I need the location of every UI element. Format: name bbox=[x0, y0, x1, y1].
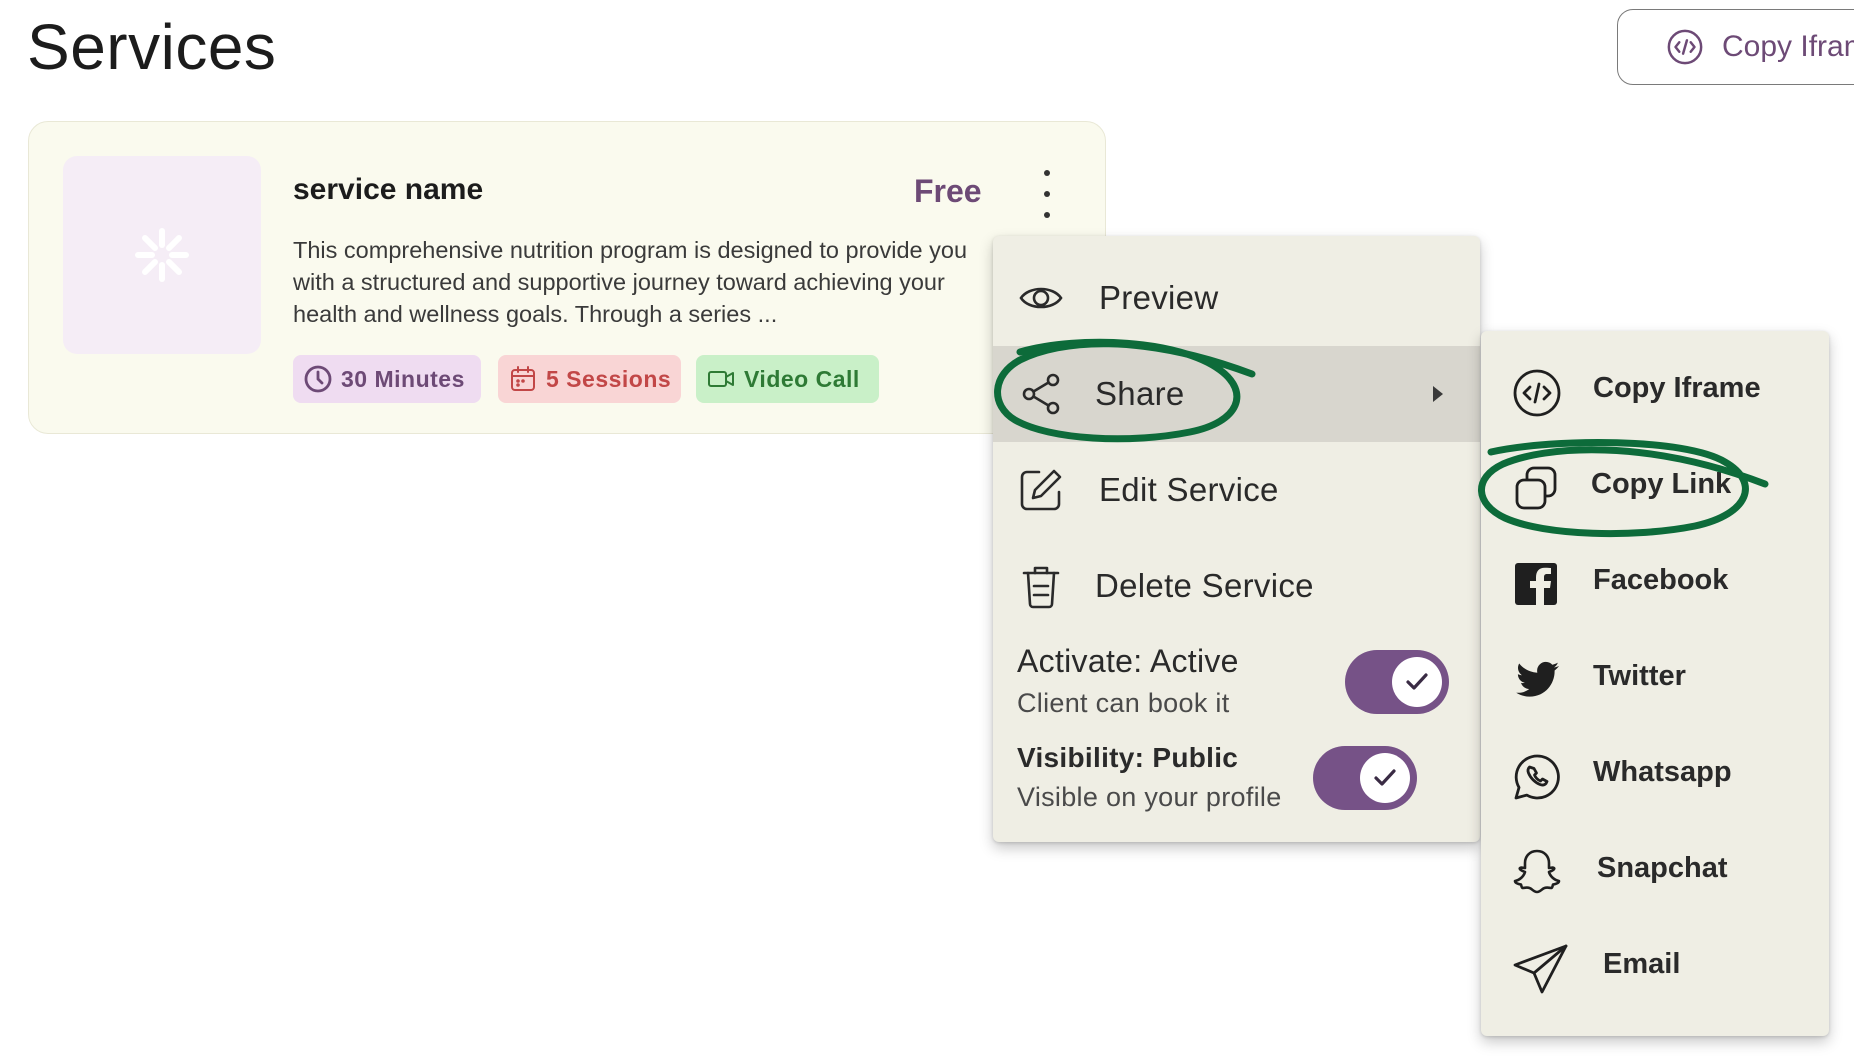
kebab-dot bbox=[1044, 212, 1050, 218]
clock-icon bbox=[304, 365, 332, 393]
trash-icon bbox=[1017, 562, 1065, 610]
service-options-menu: Preview Share Edit Service Delete Servic… bbox=[993, 236, 1480, 842]
menu-item-edit-service[interactable]: Edit Service bbox=[993, 442, 1480, 538]
menu-item-label: Delete Service bbox=[1095, 567, 1314, 604]
facebook-icon bbox=[1511, 559, 1563, 611]
video-call-label: Video Call bbox=[744, 365, 860, 392]
service-price: Free bbox=[914, 173, 982, 209]
check-icon bbox=[1406, 673, 1428, 690]
menu-item-label: Share bbox=[1095, 375, 1185, 412]
kebab-dot bbox=[1044, 191, 1050, 197]
snapchat-icon bbox=[1511, 847, 1563, 899]
share-item-label: Facebook bbox=[1593, 564, 1729, 596]
kebab-dot bbox=[1044, 170, 1050, 176]
share-twitter[interactable]: Twitter bbox=[1481, 631, 1829, 727]
sessions-label: 5 Sessions bbox=[546, 365, 672, 392]
video-call-chip: Video Call bbox=[696, 355, 879, 403]
menu-item-label: Edit Service bbox=[1099, 471, 1279, 508]
share-item-label: Email bbox=[1603, 948, 1681, 980]
code-icon bbox=[1511, 367, 1563, 419]
activate-setting: Activate: Active Client can book it bbox=[1017, 643, 1239, 719]
duration-label: 30 Minutes bbox=[341, 365, 465, 392]
toggle-knob bbox=[1392, 657, 1442, 707]
service-description: This comprehensive nutrition program is … bbox=[293, 234, 1013, 330]
loading-spinner-icon bbox=[135, 228, 189, 282]
visibility-subtitle: Visible on your profile bbox=[1017, 782, 1282, 812]
description-line: health and wellness goals. Through a ser… bbox=[293, 301, 778, 327]
service-name: service name bbox=[293, 173, 484, 206]
share-icon bbox=[1017, 370, 1065, 418]
share-item-label: Whatsapp bbox=[1593, 756, 1732, 788]
activate-toggle[interactable] bbox=[1345, 650, 1449, 714]
description-line: This comprehensive nutrition program is … bbox=[293, 237, 968, 263]
copy-iframe-button[interactable]: Copy Iframe bbox=[1617, 9, 1854, 85]
share-whatsapp[interactable]: Whatsapp bbox=[1481, 727, 1829, 823]
menu-item-label: Preview bbox=[1099, 279, 1219, 316]
share-email[interactable]: Email bbox=[1481, 919, 1829, 1015]
copy-iframe-label: Copy Iframe bbox=[1722, 30, 1854, 63]
share-snapchat[interactable]: Snapchat bbox=[1481, 823, 1829, 919]
duration-chip: 30 Minutes bbox=[293, 355, 481, 403]
share-facebook[interactable]: Facebook bbox=[1481, 535, 1829, 631]
toggle-knob bbox=[1360, 753, 1410, 803]
whatsapp-icon bbox=[1511, 751, 1563, 803]
sessions-chip: 5 Sessions bbox=[498, 355, 681, 403]
code-icon bbox=[1667, 29, 1703, 65]
copy-icon bbox=[1511, 463, 1563, 515]
eye-icon bbox=[1017, 274, 1065, 322]
chevron-right-icon bbox=[1433, 386, 1443, 402]
menu-item-share[interactable]: Share bbox=[993, 346, 1480, 442]
share-submenu: Copy Iframe Copy Link Facebook Twitter W… bbox=[1481, 331, 1829, 1036]
check-icon bbox=[1374, 769, 1396, 786]
send-icon bbox=[1511, 943, 1568, 995]
description-line: with a structured and supportive journey… bbox=[293, 269, 945, 295]
video-icon bbox=[708, 371, 734, 387]
share-item-label: Copy Link bbox=[1591, 468, 1732, 500]
page-title: Services bbox=[27, 11, 277, 83]
share-item-label: Snapchat bbox=[1597, 852, 1728, 884]
service-card[interactable]: service name Free This comprehensive nut… bbox=[28, 121, 1106, 434]
service-thumbnail bbox=[63, 156, 261, 354]
visibility-toggle[interactable] bbox=[1313, 746, 1417, 810]
edit-icon bbox=[1017, 466, 1065, 514]
menu-item-delete-service[interactable]: Delete Service bbox=[993, 538, 1480, 634]
calendar-icon bbox=[511, 366, 535, 391]
activate-subtitle: Client can book it bbox=[1017, 688, 1230, 718]
share-item-label: Copy Iframe bbox=[1593, 372, 1761, 404]
share-item-label: Twitter bbox=[1593, 660, 1686, 692]
activate-title: Activate: Active bbox=[1017, 643, 1239, 679]
more-options-button[interactable] bbox=[1029, 170, 1065, 218]
visibility-setting: Visibility: Public Visible on your profi… bbox=[1017, 742, 1282, 813]
twitter-icon bbox=[1511, 655, 1563, 707]
menu-item-preview[interactable]: Preview bbox=[993, 250, 1480, 346]
visibility-title: Visibility: Public bbox=[1017, 742, 1239, 773]
share-copy-link[interactable]: Copy Link bbox=[1481, 439, 1829, 535]
share-copy-iframe[interactable]: Copy Iframe bbox=[1481, 343, 1829, 439]
